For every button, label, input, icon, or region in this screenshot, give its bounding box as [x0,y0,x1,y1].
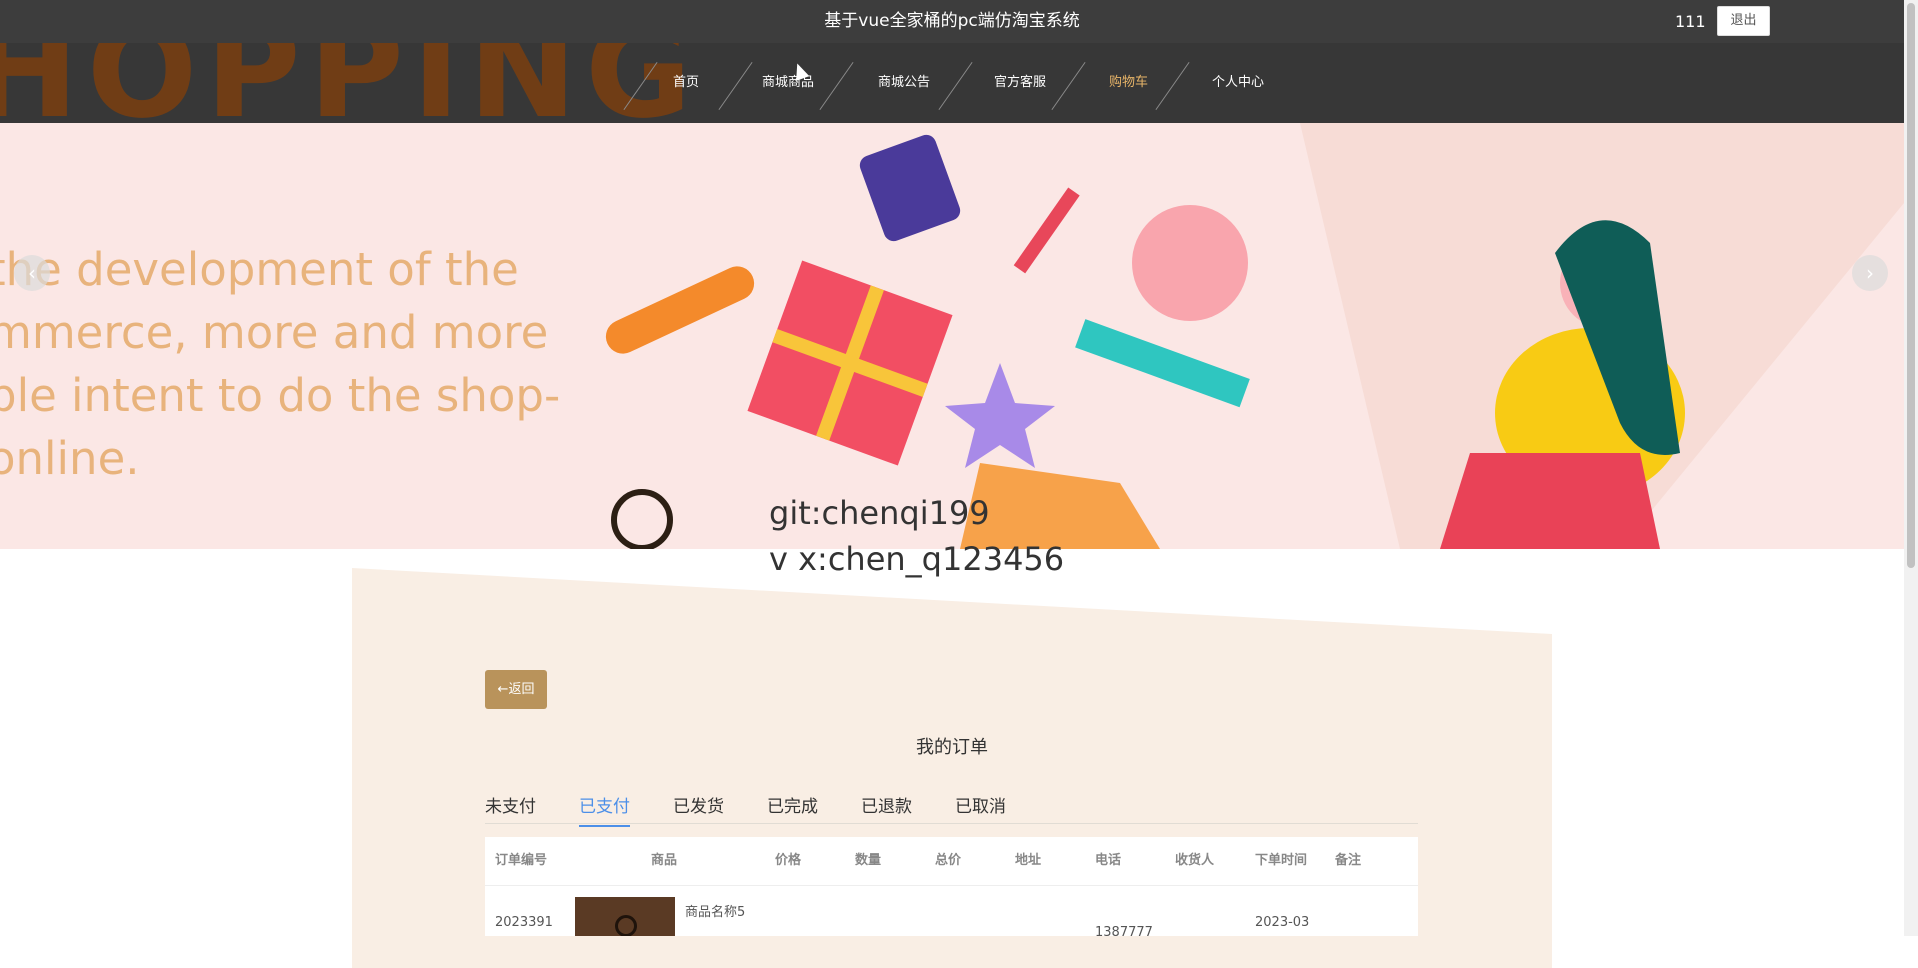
product-thumbnail[interactable] [575,897,675,936]
nav-item-customer-service[interactable]: 官方客服 [994,43,1046,123]
site-title: 基于vue全家桶的pc端仿淘宝系统 [824,11,1080,31]
nav-divider [718,61,753,111]
tab-completed[interactable]: 已完成 [767,792,818,825]
header-divider [485,885,1418,886]
column-header: 商品 [651,853,678,868]
column-header: 地址 [1015,853,1042,868]
order-number: 2023391 [495,915,553,930]
column-header: 数量 [855,853,882,868]
column-header: 下单时间 [1255,853,1308,868]
nav-item-home[interactable]: 首页 [673,43,699,123]
column-header: 总价 [935,853,962,868]
nav-divider [1155,61,1190,111]
page-title: 我的订单 [916,737,988,758]
column-header: 备注 [1335,853,1362,868]
column-header: 价格 [775,853,802,868]
tab-paid[interactable]: 已支付 [579,792,630,827]
back-button[interactable]: ←返回 [485,670,547,709]
carousel-prev-icon[interactable]: ‹ [14,255,50,291]
logout-button[interactable]: 退出 [1717,6,1770,36]
scrollbar-thumb[interactable] [1907,3,1915,568]
tab-shipped[interactable]: 已发货 [673,792,724,825]
column-header: 收货人 [1175,853,1215,868]
banner-carousel[interactable]: the development of the mmerce, more and … [0,123,1904,549]
nav-item-profile[interactable]: 个人中心 [1212,43,1264,123]
phone: 1387777 [1095,925,1153,936]
product-name[interactable]: 商品名称5 [685,901,745,920]
order-time: 2023-03 [1255,915,1310,930]
nav-item-products[interactable]: 商城商品 [762,43,814,123]
title-bar: 基于vue全家桶的pc端仿淘宝系统 111 退出 [0,0,1904,43]
column-header: 电话 [1095,853,1122,868]
watermark-text: git:chenqi199 v x:chen_q123456 [769,494,1065,578]
tab-refunded[interactable]: 已退款 [861,792,912,825]
banner-text: the development of the mmerce, more and … [0,243,561,485]
nav-item-cart[interactable]: 购物车 [1109,43,1148,123]
nav-background-graphic: HOPPING [0,43,700,123]
lamp-image [615,915,637,936]
tab-cancelled[interactable]: 已取消 [955,792,1006,825]
main-nav: HOPPING 首页 商城商品 商城公告 官方客服 购物车 个人中心 [0,43,1904,123]
nav-divider [819,61,854,111]
carousel-next-icon[interactable]: › [1852,255,1888,291]
orders-table: 订单编号 商品 价格 数量 总价 地址 电话 收货人 下单时间 备注 20233… [485,837,1418,936]
nav-divider [1051,61,1086,111]
tab-unpaid[interactable]: 未支付 [485,792,536,825]
username: 111 [1675,12,1706,31]
nav-item-announcements[interactable]: 商城公告 [878,43,930,123]
column-header: 订单编号 [495,853,548,868]
nav-divider [938,61,973,111]
order-status-tabs: 未支付 已支付 已发货 已完成 已退款 已取消 [485,783,1418,827]
